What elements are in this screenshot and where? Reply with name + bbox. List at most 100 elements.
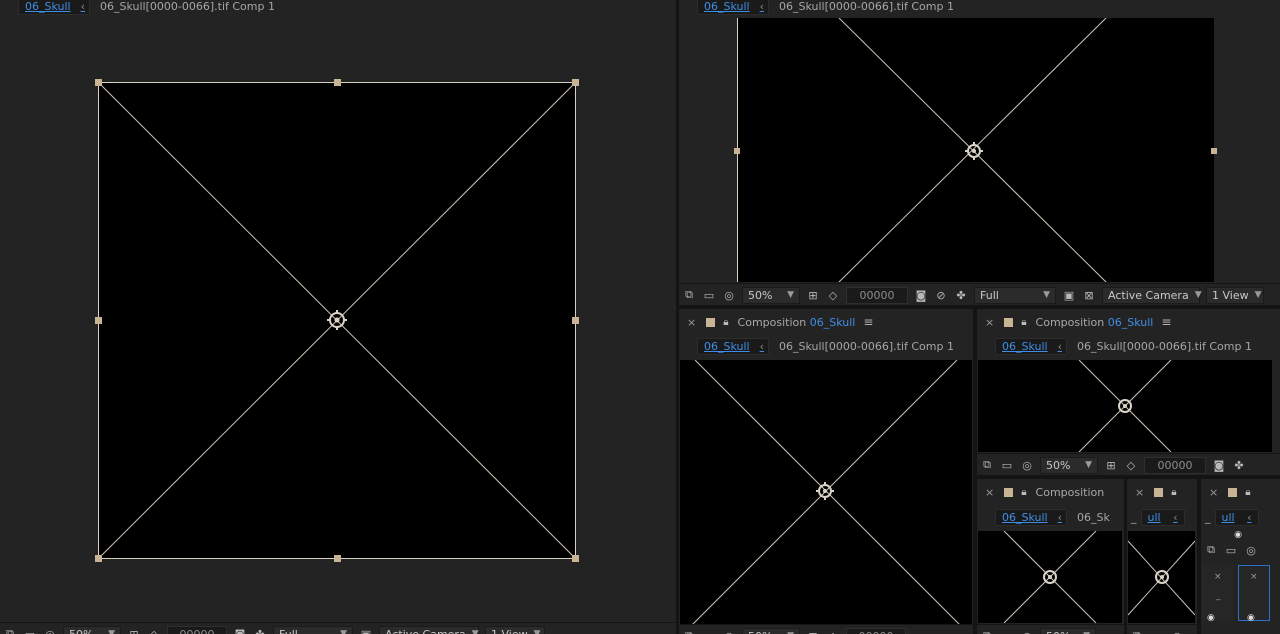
layer-breadcrumb[interactable]: 06_Skull[0000-0066].tif Comp 1 — [779, 0, 954, 13]
mask-icon[interactable]: ◉ — [1207, 613, 1215, 623]
link-icon[interactable]: ⊘ — [935, 289, 947, 302]
grid-icon[interactable]: ▣ — [360, 628, 372, 634]
mask-icon[interactable]: ◎ — [1171, 630, 1183, 634]
display-icon[interactable]: ▭ — [24, 628, 36, 634]
comp-breadcrumb-button[interactable]: ull ‹ — [1140, 508, 1185, 526]
chevron-left-icon[interactable]: ‹ — [1058, 511, 1062, 524]
layer-breadcrumb[interactable]: 06_Skull[0000-0066].tif Comp 1 — [1077, 340, 1252, 353]
panel-menu-icon[interactable]: ≡ — [1161, 315, 1171, 329]
camera-select[interactable]: Active Camera ▼ — [1102, 286, 1202, 304]
close-icon[interactable]: × — [687, 316, 696, 329]
snapshot-icon[interactable]: ⧉ — [683, 288, 695, 302]
color-icon[interactable]: ✤ — [1233, 459, 1245, 472]
label-color-swatch[interactable] — [1154, 487, 1164, 497]
chevron-left-icon[interactable]: ‹ — [760, 0, 764, 13]
snapshot-icon[interactable]: ⧉ — [1205, 543, 1217, 557]
comp-breadcrumb-button[interactable]: 06_Skull ‹ — [995, 337, 1067, 355]
snapshot-icon[interactable]: ⧉ — [981, 458, 993, 472]
resolution-select[interactable]: Full ▼ — [273, 625, 353, 634]
color-icon[interactable]: ✤ — [254, 628, 266, 634]
mask-icon[interactable]: ◎ — [44, 628, 56, 634]
region-icon[interactable]: ⊞ — [807, 630, 819, 634]
small-viewer-canvas-b[interactable] — [1128, 531, 1195, 623]
lock-icon[interactable]: 🔒︎ — [1021, 317, 1026, 328]
display-icon[interactable]: ▭ — [1225, 544, 1237, 557]
comp-breadcrumb-button[interactable]: 06_Skull ‹ — [697, 0, 769, 15]
snapshot-icon[interactable]: ⧉ — [981, 629, 993, 634]
mask-icon[interactable]: ◎ — [723, 630, 735, 634]
camera-icon[interactable]: ◙ — [1213, 459, 1225, 472]
transparency-icon[interactable]: ◇ — [827, 289, 839, 302]
color-icon[interactable]: ✤ — [955, 289, 967, 302]
transparency-icon[interactable]: ◇ — [148, 628, 160, 634]
layer-breadcrumb[interactable]: 06_Skull[0000-0066].tif Comp 1 — [779, 340, 954, 353]
transparency-icon[interactable]: ◇ — [827, 630, 839, 634]
display-icon[interactable]: ▭ — [1001, 630, 1013, 634]
label-color-swatch[interactable] — [1228, 487, 1238, 497]
panel-menu-icon[interactable]: ≡ — [863, 315, 873, 329]
lock-icon[interactable]: 🔒︎ — [1021, 487, 1026, 498]
resolution-select[interactable]: Full ▼ — [974, 286, 1056, 304]
tab-composition[interactable]: Composition 06_Skull — [1036, 316, 1154, 329]
close-icon[interactable]: × — [985, 486, 994, 499]
timecode-field[interactable]: 00000 — [846, 286, 908, 304]
mask-icon[interactable]: ◎ — [1021, 630, 1033, 634]
right-viewer-canvas[interactable] — [978, 360, 1272, 452]
timecode-field[interactable]: 00000 — [167, 625, 227, 634]
timecode-field[interactable]: 00000 — [1144, 456, 1206, 474]
label-color-swatch[interactable] — [1004, 487, 1014, 497]
tab-composition[interactable]: Composition 06_Skull — [738, 316, 856, 329]
region-icon[interactable]: ⊞ — [128, 628, 140, 634]
mask-icon[interactable]: ◉ — [1247, 613, 1255, 623]
zoom-select[interactable]: 50%▼ — [742, 286, 800, 304]
lock-icon[interactable]: 🔒︎ — [1245, 487, 1250, 498]
close-icon[interactable]: × — [1214, 572, 1222, 582]
grid-icon[interactable]: ▣ — [1063, 289, 1075, 302]
display-icon[interactable]: ▭ — [1001, 459, 1013, 472]
mask-icon[interactable]: ◎ — [723, 289, 735, 302]
tab-composition[interactable]: Composition — [1036, 486, 1105, 499]
comp-breadcrumb-button[interactable]: 06_Skull ‹ — [995, 508, 1067, 526]
layer-breadcrumb[interactable]: 06_Skull[0000-0066].tif Comp 1 — [100, 0, 275, 13]
snapshot-icon[interactable]: ⧉ — [4, 627, 16, 634]
close-icon[interactable]: × — [985, 316, 994, 329]
display-icon[interactable]: ▭ — [703, 630, 715, 634]
mask-icon[interactable]: ◉ — [1228, 530, 1248, 540]
mask-icon[interactable]: ◎ — [1245, 544, 1257, 557]
close-icon[interactable]: × — [1209, 486, 1218, 499]
chevron-left-icon[interactable]: ‹ — [1058, 340, 1062, 353]
comp-breadcrumb-button[interactable]: ull ‹ — [1214, 508, 1259, 526]
close-icon[interactable]: × — [1135, 486, 1144, 499]
small-viewer-canvas-a[interactable] — [978, 531, 1122, 623]
transparency-icon[interactable]: ◇ — [1125, 459, 1137, 472]
comp-breadcrumb-button[interactable]: 06_Skull ‹ — [18, 0, 90, 15]
mask-icon[interactable]: ◎ — [1021, 459, 1033, 472]
chevron-left-icon[interactable]: ‹ — [760, 340, 764, 353]
views-select[interactable]: 1 View ▼ — [1206, 286, 1264, 304]
display-icon[interactable]: ▭ — [1151, 630, 1163, 634]
lock-icon[interactable]: 🔒︎ — [1171, 487, 1176, 498]
top-right-viewer-canvas[interactable] — [679, 18, 1280, 282]
chevron-left-icon[interactable]: ‹ — [1247, 511, 1251, 524]
chevron-left-icon[interactable]: ‹ — [1173, 511, 1177, 524]
zoom-select[interactable]: 50%▼ — [63, 625, 121, 634]
views-select[interactable]: 1 View ▼ — [485, 625, 545, 634]
label-color-swatch[interactable] — [706, 317, 716, 327]
label-color-swatch[interactable] — [1004, 317, 1014, 327]
close-icon[interactable]: × — [1250, 572, 1258, 582]
zoom-select[interactable]: 50%▼ — [1040, 627, 1096, 634]
snapshot-icon[interactable]: ⧉ — [683, 629, 695, 634]
layer-breadcrumb[interactable]: 06_Sk — [1077, 511, 1110, 524]
chevron-left-icon[interactable]: ‹ — [81, 0, 85, 13]
region-icon[interactable]: ⊞ — [807, 289, 819, 302]
main-viewer-canvas[interactable] — [0, 18, 676, 618]
safe-zones-icon[interactable]: ⊠ — [1083, 289, 1095, 302]
display-icon[interactable]: ▭ — [703, 289, 715, 302]
lock-icon[interactable]: 🔒︎ — [723, 317, 728, 328]
camera-select[interactable]: Active Camera ▼ — [379, 625, 479, 634]
snapshot-icon[interactable]: ⧉ — [1131, 629, 1143, 634]
zoom-select[interactable]: 50%▼ — [1040, 456, 1098, 474]
middle-viewer-canvas[interactable] — [680, 360, 972, 625]
camera-icon[interactable]: ◙ — [915, 289, 927, 302]
zoom-select[interactable]: 50%▼ — [742, 627, 800, 634]
